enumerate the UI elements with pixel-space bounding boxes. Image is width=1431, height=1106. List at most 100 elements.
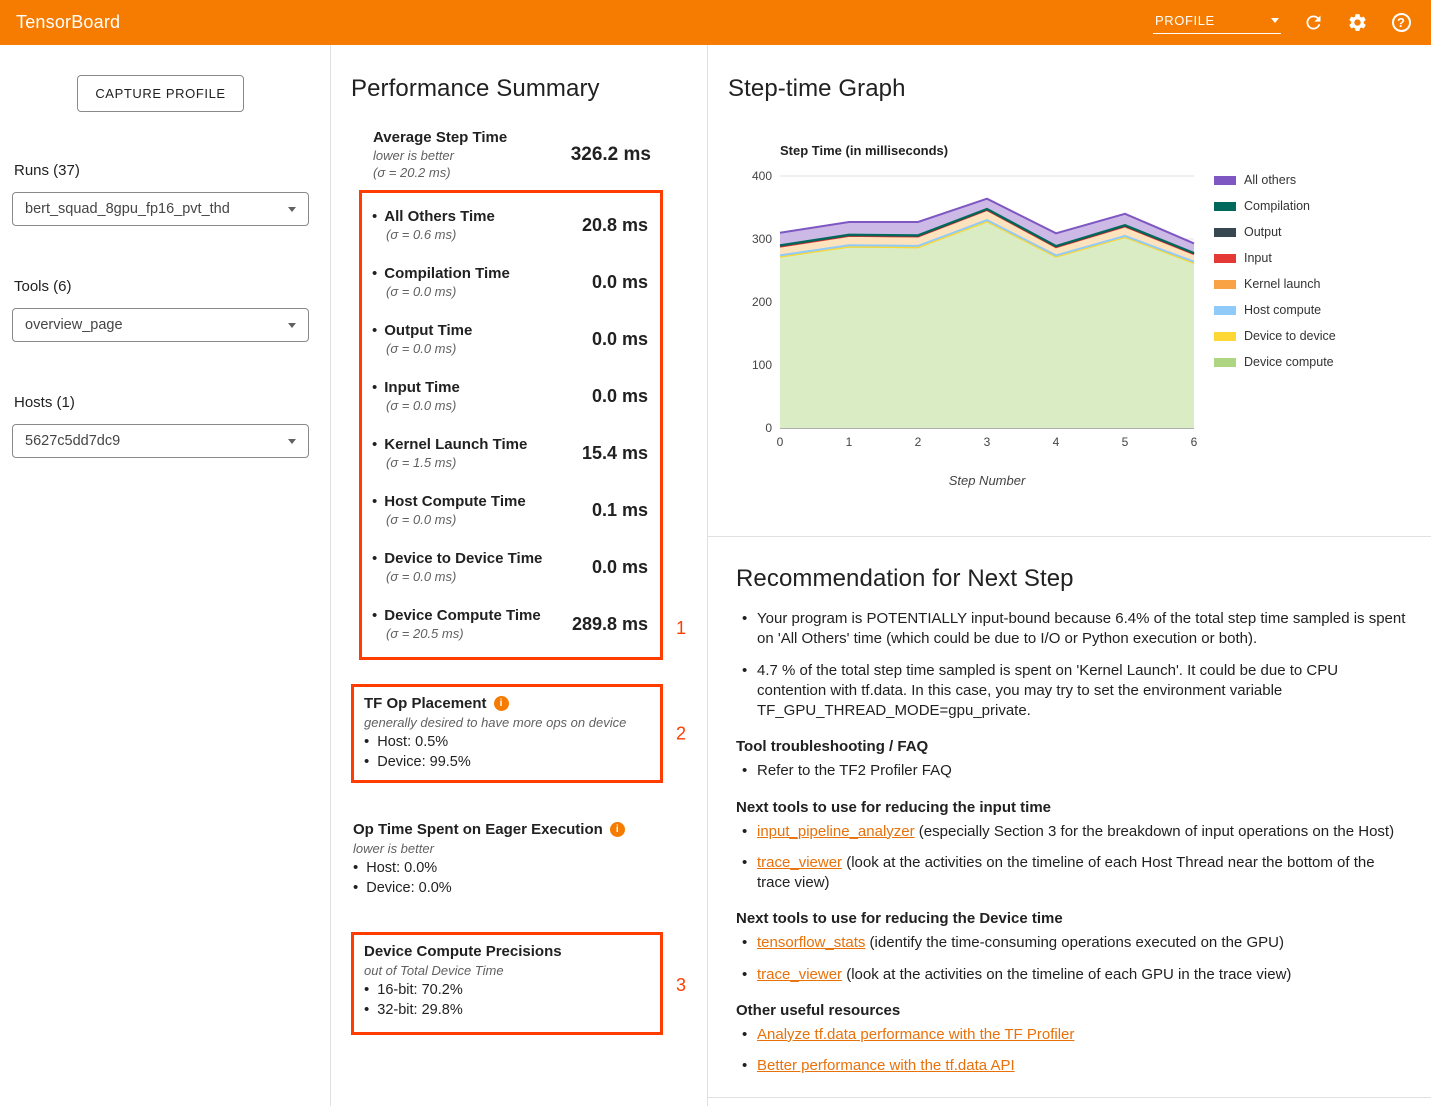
average-step-time: Average Step Time lower is better (σ = 2… [373,129,651,180]
runs-label: Runs (37) [14,162,309,179]
tf-op-placement-note: generally desired to have more ops on de… [364,715,648,730]
refresh-icon[interactable] [1301,11,1325,35]
svg-text:0: 0 [765,421,772,435]
info-icon[interactable]: i [610,822,625,837]
tool-link-desc: (look at the activities on the timeline … [757,854,1375,891]
annotation-box-3: Device Compute Precisions out of Total D… [351,932,663,1035]
metric-row: •All Others Time (σ = 0.6 ms) 20.8 ms [372,197,648,254]
metric-label: Device Compute Time [384,607,540,624]
capture-profile-button[interactable]: CAPTURE PROFILE [77,75,243,112]
metric-sigma: (σ = 0.0 ms) [386,341,472,356]
metric-sigma: (σ = 0.0 ms) [386,284,510,299]
step-time-graph-title: Step-time Graph [728,75,1411,103]
bullet-icon: • [372,265,377,282]
bullet-icon: • [353,859,358,876]
metric-label: Output Time [384,322,472,339]
bullet-icon: • [372,436,377,453]
bullet-icon: • [364,981,369,998]
resources-heading: Other useful resources [736,1002,1411,1019]
chevron-down-icon [288,439,296,444]
legend-label: Host compute [1244,303,1321,317]
metric-value: 326.2 ms [571,144,651,166]
metric-row: •Output Time (σ = 0.0 ms) 0.0 ms [372,311,648,368]
chevron-down-icon [1271,18,1279,23]
svg-text:1: 1 [846,435,853,449]
tf-op-placement-title: TF Op Placement [364,695,487,712]
device-tools-heading: Next tools to use for reducing the Devic… [736,910,1411,927]
app-header: TensorBoard PROFILE ? [0,0,1431,45]
metric-sigma: (σ = 20.5 ms) [386,626,541,641]
tool-link-item: tensorflow_stats (identify the time-cons… [736,933,1408,953]
tfdata-profiler-link[interactable]: Analyze tf.data performance with the TF … [757,1026,1074,1043]
chevron-down-icon [288,207,296,212]
trace-viewer-link[interactable]: trace_viewer [757,854,842,871]
faq-bullet: Refer to the TF2 Profiler FAQ [736,761,1408,781]
step-time-chart: 01002003004000123456 [742,170,1200,454]
metric-label: Input Time [384,379,460,396]
annotation-number-2: 2 [676,723,686,744]
input-pipeline-analyzer-link[interactable]: input_pipeline_analyzer [757,823,915,840]
hosts-label: Hosts (1) [14,394,309,411]
legend-label: Device to device [1244,329,1336,343]
tool-link-desc: (especially Section 3 for the breakdown … [915,823,1394,840]
tensorboard-app: TensorBoard PROFILE ? CAPTURE PROFILE Ru… [0,0,1431,1106]
help-icon[interactable]: ? [1389,11,1413,35]
metric-row: •Kernel Launch Time (σ = 1.5 ms) 15.4 ms [372,425,648,482]
metric-row: •Device Compute Time (σ = 20.5 ms) 289.8… [372,596,648,653]
legend-swatch [1214,202,1236,211]
eager-note: lower is better [353,841,663,856]
recommendation-title: Recommendation for Next Step [736,565,1411,593]
runs-field: Runs (37) bert_squad_8gpu_fp16_pvt_thd [12,162,309,226]
tool-link-item: trace_viewer (look at the activities on … [736,965,1408,985]
bullet-icon: • [364,753,369,770]
input-tools-heading: Next tools to use for reducing the input… [736,799,1411,816]
svg-text:4: 4 [1053,435,1060,449]
tools-select[interactable]: overview_page [12,308,309,342]
svg-text:400: 400 [752,170,772,183]
list-item: •Device: 0.0% [353,879,663,896]
metric-label: Average Step Time [373,129,507,146]
trace-viewer-link[interactable]: trace_viewer [757,966,842,983]
legend-swatch [1214,254,1236,263]
info-icon[interactable]: i [494,696,509,711]
tensorflow-stats-link[interactable]: tensorflow_stats [757,934,865,951]
eager-execution-block: Op Time Spent on Eager Execution i lower… [353,821,663,896]
metric-sigma: (σ = 0.0 ms) [386,398,460,413]
svg-text:5: 5 [1122,435,1129,449]
legend-label: Device compute [1244,355,1334,369]
legend-item-all-others: All others [1214,173,1336,187]
metric-value: 0.1 ms [592,500,648,521]
svg-text:2: 2 [915,435,922,449]
chart-x-axis-label: Step Number [780,473,1194,488]
metric-row: •Host Compute Time (σ = 0.0 ms) 0.1 ms [372,482,648,539]
hosts-select[interactable]: 5627c5dd7dc9 [12,424,309,458]
metric-note: lower is better [373,148,507,163]
legend-item-output: Output [1214,225,1336,239]
metric-value: 15.4 ms [582,443,648,464]
metric-value: 0.0 ms [592,557,648,578]
precisions-note: out of Total Device Time [364,963,648,978]
legend-item-device-to-device: Device to device [1214,329,1336,343]
chevron-down-icon [288,323,296,328]
gear-icon[interactable] [1345,11,1369,35]
bullet-icon: • [372,493,377,510]
metric-row: •Compilation Time (σ = 0.0 ms) 0.0 ms [372,254,648,311]
list-item: •16-bit: 70.2% [364,981,648,998]
tfdata-api-link[interactable]: Better performance with the tf.data API [757,1057,1015,1074]
dashboard-select-value: PROFILE [1155,13,1215,28]
hosts-select-value: 5627c5dd7dc9 [25,433,120,449]
runs-select-value: bert_squad_8gpu_fp16_pvt_thd [25,201,230,217]
runs-select[interactable]: bert_squad_8gpu_fp16_pvt_thd [12,192,309,226]
metric-label: Kernel Launch Time [384,436,527,453]
metric-label: Device to Device Time [384,550,542,567]
tool-link-desc: (identify the time-consuming operations … [865,934,1284,951]
list-item: •32-bit: 29.8% [364,1001,648,1018]
resource-link-item: Better performance with the tf.data API [736,1056,1408,1076]
recommendation-bullet: Your program is POTENTIALLY input-bound … [736,609,1408,650]
metric-value: 20.8 ms [582,215,648,236]
performance-summary-title: Performance Summary [351,75,663,103]
metric-sigma: (σ = 20.2 ms) [373,165,507,180]
legend-swatch [1214,176,1236,185]
legend-label: All others [1244,173,1296,187]
dashboard-select[interactable]: PROFILE [1153,11,1281,34]
